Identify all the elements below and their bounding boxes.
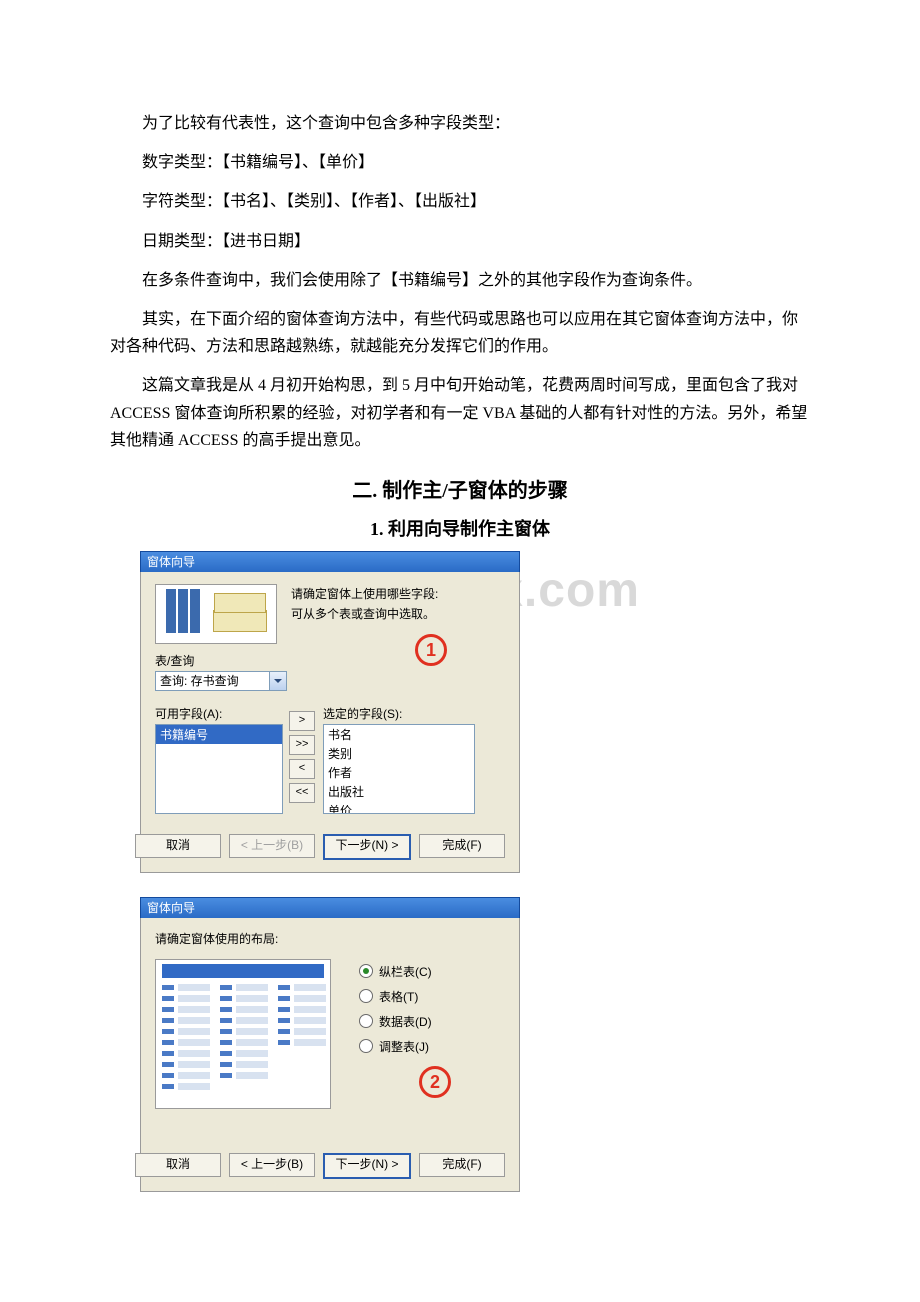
paragraph: 为了比较有代表性，这个查询中包含多种字段类型： [110, 110, 810, 137]
finish-button[interactable]: 完成(F) [419, 834, 505, 858]
radio-label: 调整表(J) [379, 1038, 429, 1055]
list-item[interactable]: 单价 [324, 801, 474, 814]
radio-columnar[interactable]: 纵栏表(C) [359, 963, 432, 980]
paragraph: 字符类型：【书名】、【类别】、【作者】、【出版社】 [110, 188, 810, 215]
selected-fields-label: 选定的字段(S): [323, 705, 473, 722]
layout-preview [155, 959, 331, 1109]
form-wizard-fields-dialog: 窗体向导 请确定窗体上使用哪些字段: 可从多个表或查询中选取。 1 表/查询 查… [140, 551, 520, 873]
document-page: 为了比较有代表性，这个查询中包含多种字段类型： 数字类型：【书籍编号】、【单价】… [0, 0, 920, 1256]
wizard-instruction: 请确定窗体使用的布局: [155, 930, 505, 947]
form-wizard-layout-dialog: 窗体向导 请确定窗体使用的布局: 纵栏表 [140, 897, 520, 1192]
finish-button[interactable]: 完成(F) [419, 1153, 505, 1177]
move-left-button[interactable]: < [289, 759, 315, 779]
dialog-titlebar: 窗体向导 [140, 551, 520, 572]
list-item[interactable]: 类别 [324, 744, 474, 763]
wizard-illustration-icon [155, 584, 277, 644]
list-item[interactable]: 书名 [324, 725, 474, 744]
annotation-badge-1: 1 [415, 634, 447, 666]
back-button[interactable]: < 上一步(B) [229, 1153, 315, 1177]
table-query-label: 表/查询 [155, 652, 505, 669]
paragraph: 其实，在下面介绍的窗体查询方法中，有些代码或思路也可以应用在其它窗体查询方法中，… [110, 306, 810, 360]
radio-datasheet[interactable]: 数据表(D) [359, 1013, 432, 1030]
next-button[interactable]: 下一步(N) > [323, 834, 411, 860]
heading-subsection: 1. 利用向导制作主窗体 [110, 515, 810, 541]
move-all-right-button[interactable]: >> [289, 735, 315, 755]
radio-tabular[interactable]: 表格(T) [359, 988, 432, 1005]
paragraph: 这篇文章我是从 4 月初开始构思，到 5 月中旬开始动笔，花费两周时间写成，里面… [110, 372, 810, 454]
layout-radio-group: 纵栏表(C) 表格(T) 数据表(D) 调整表(J) [359, 963, 432, 1055]
list-item[interactable]: 出版社 [324, 782, 474, 801]
radio-label: 表格(T) [379, 988, 418, 1005]
wizard-instruction: 请确定窗体上使用哪些字段: [291, 584, 438, 604]
move-all-left-button[interactable]: << [289, 783, 315, 803]
paragraph: 数字类型：【书籍编号】、【单价】 [110, 149, 810, 176]
cancel-button[interactable]: 取消 [135, 1153, 221, 1177]
heading-section: 二. 制作主/子窗体的步骤 [110, 474, 810, 503]
annotation-badge-2: 2 [419, 1066, 451, 1098]
radio-label: 纵栏表(C) [379, 963, 432, 980]
list-item[interactable]: 书籍编号 [156, 725, 282, 744]
list-item[interactable]: 作者 [324, 763, 474, 782]
selected-fields-list[interactable]: 书名 类别 作者 出版社 单价 进书日期 [323, 724, 475, 814]
move-right-button[interactable]: > [289, 711, 315, 731]
radio-label: 数据表(D) [379, 1013, 432, 1030]
table-query-combobox[interactable]: 查询: 存书查询 [155, 671, 287, 691]
next-button[interactable]: 下一步(N) > [323, 1153, 411, 1179]
dialog-body: 请确定窗体上使用哪些字段: 可从多个表或查询中选取。 1 表/查询 查询: 存书… [140, 572, 520, 873]
radio-dot-icon [359, 1014, 373, 1028]
dialog-titlebar: 窗体向导 [140, 897, 520, 918]
wizard-instruction: 可从多个表或查询中选取。 [291, 604, 438, 624]
radio-dot-icon [359, 964, 373, 978]
cancel-button[interactable]: 取消 [135, 834, 221, 858]
radio-justified[interactable]: 调整表(J) [359, 1038, 432, 1055]
back-button[interactable]: < 上一步(B) [229, 834, 315, 858]
radio-dot-icon [359, 989, 373, 1003]
chevron-down-icon[interactable] [269, 672, 286, 690]
combobox-value: 查询: 存书查询 [156, 672, 269, 690]
radio-dot-icon [359, 1039, 373, 1053]
paragraph: 在多条件查询中，我们会使用除了【书籍编号】之外的其他字段作为查询条件。 [110, 267, 810, 294]
available-fields-list[interactable]: 书籍编号 [155, 724, 283, 814]
paragraph: 日期类型：【进书日期】 [110, 228, 810, 255]
dialog-body: 请确定窗体使用的布局: 纵栏表(C) 表格(T) [140, 918, 520, 1192]
available-fields-label: 可用字段(A): [155, 705, 281, 722]
